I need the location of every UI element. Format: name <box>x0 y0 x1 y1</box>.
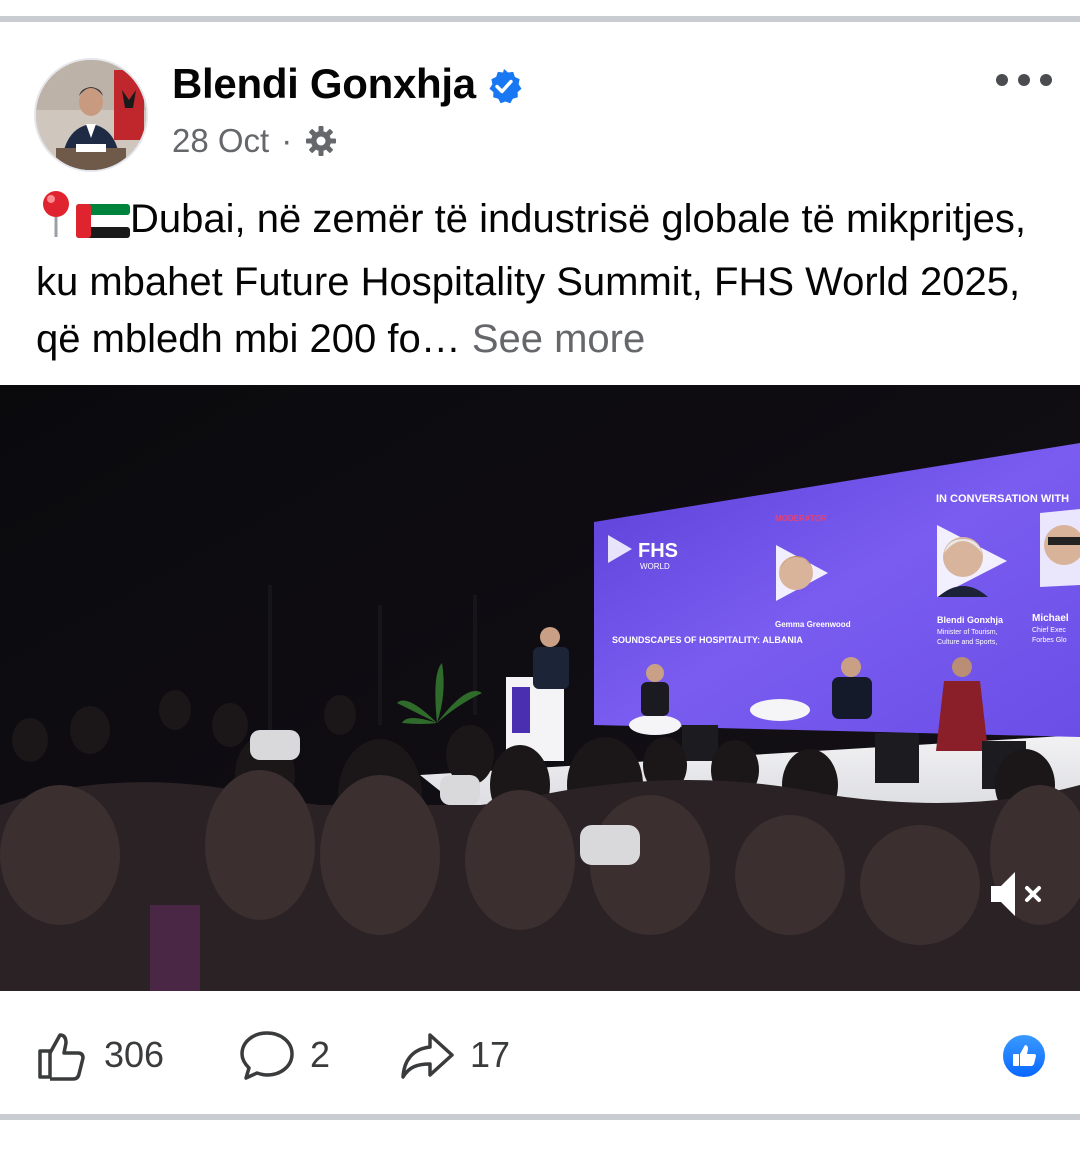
post-meta: 28 Oct · <box>172 122 338 160</box>
like-count: 306 <box>104 1034 165 1075</box>
author-name[interactable]: Blendi Gonxhja <box>172 60 476 108</box>
round-pushpin-icon <box>36 190 76 254</box>
screen-speaker-3-name: Michael <box>1032 613 1069 624</box>
post-video[interactable]: FHS WORLD SOUNDSCAPES OF HOSPITALITY: AL… <box>0 385 1080 991</box>
comment-count: 2 <box>310 1034 331 1075</box>
verified-badge-icon <box>486 66 522 104</box>
screen-speaker-3-portrait <box>1040 509 1080 587</box>
post-actions: 306 2 17 <box>0 1020 1080 1090</box>
post-date[interactable]: 28 Oct <box>172 122 269 160</box>
like-reaction-badge[interactable] <box>1000 1032 1048 1080</box>
meta-separator: · <box>281 122 293 159</box>
screen-moderator-label: MODERATOR <box>775 514 827 523</box>
screen-session-title: SOUNDSCAPES OF HOSPITALITY: ALBANIA <box>612 635 803 645</box>
screen-speaker-2-title-1: Minister of Tourism, <box>937 629 998 636</box>
share-button[interactable]: 17 <box>398 1020 510 1090</box>
screen-speaker-2-title-2: Culture and Sports, <box>937 639 997 646</box>
audience-gear-icon[interactable] <box>304 124 338 158</box>
author-avatar[interactable] <box>36 60 146 170</box>
share-arrow-icon <box>401 1033 454 1079</box>
see-more-link[interactable]: See more <box>472 317 645 361</box>
speaker-muted-icon <box>991 872 1041 916</box>
uae-flag-icon <box>76 197 130 254</box>
post-header: Blendi Gonxhja 28 Oct · <box>0 22 1080 182</box>
comment-button[interactable]: 2 <box>238 1020 330 1090</box>
post-body: Dubai, në zemër të industrisë globale të… <box>36 190 1056 368</box>
screen-speaker-2-name: Blendi Gonxhja <box>937 615 1004 625</box>
bottom-divider <box>0 1114 1080 1120</box>
screen-speaker-1-name: Gemma Greenwood <box>775 620 851 629</box>
screen-speaker-3-title-2: Forbes Glo <box>1032 637 1067 644</box>
share-count: 17 <box>470 1034 511 1075</box>
screen-logo-sub: WORLD <box>640 562 670 571</box>
comment-bubble-icon <box>240 1031 294 1080</box>
screen-speaker-3-title-1: Chief Exec <box>1032 627 1066 634</box>
like-reaction-icon <box>1001 1033 1047 1079</box>
like-button[interactable]: 306 <box>34 1020 164 1090</box>
thumbs-up-icon <box>38 1033 85 1081</box>
mute-toggle-button[interactable] <box>985 866 1049 922</box>
screen-conversation-label: IN CONVERSATION WITH <box>936 493 1069 505</box>
more-options-icon[interactable] <box>994 68 1054 92</box>
author-name-row: Blendi Gonxhja <box>172 60 522 108</box>
screen-logo-text: FHS <box>638 540 678 562</box>
